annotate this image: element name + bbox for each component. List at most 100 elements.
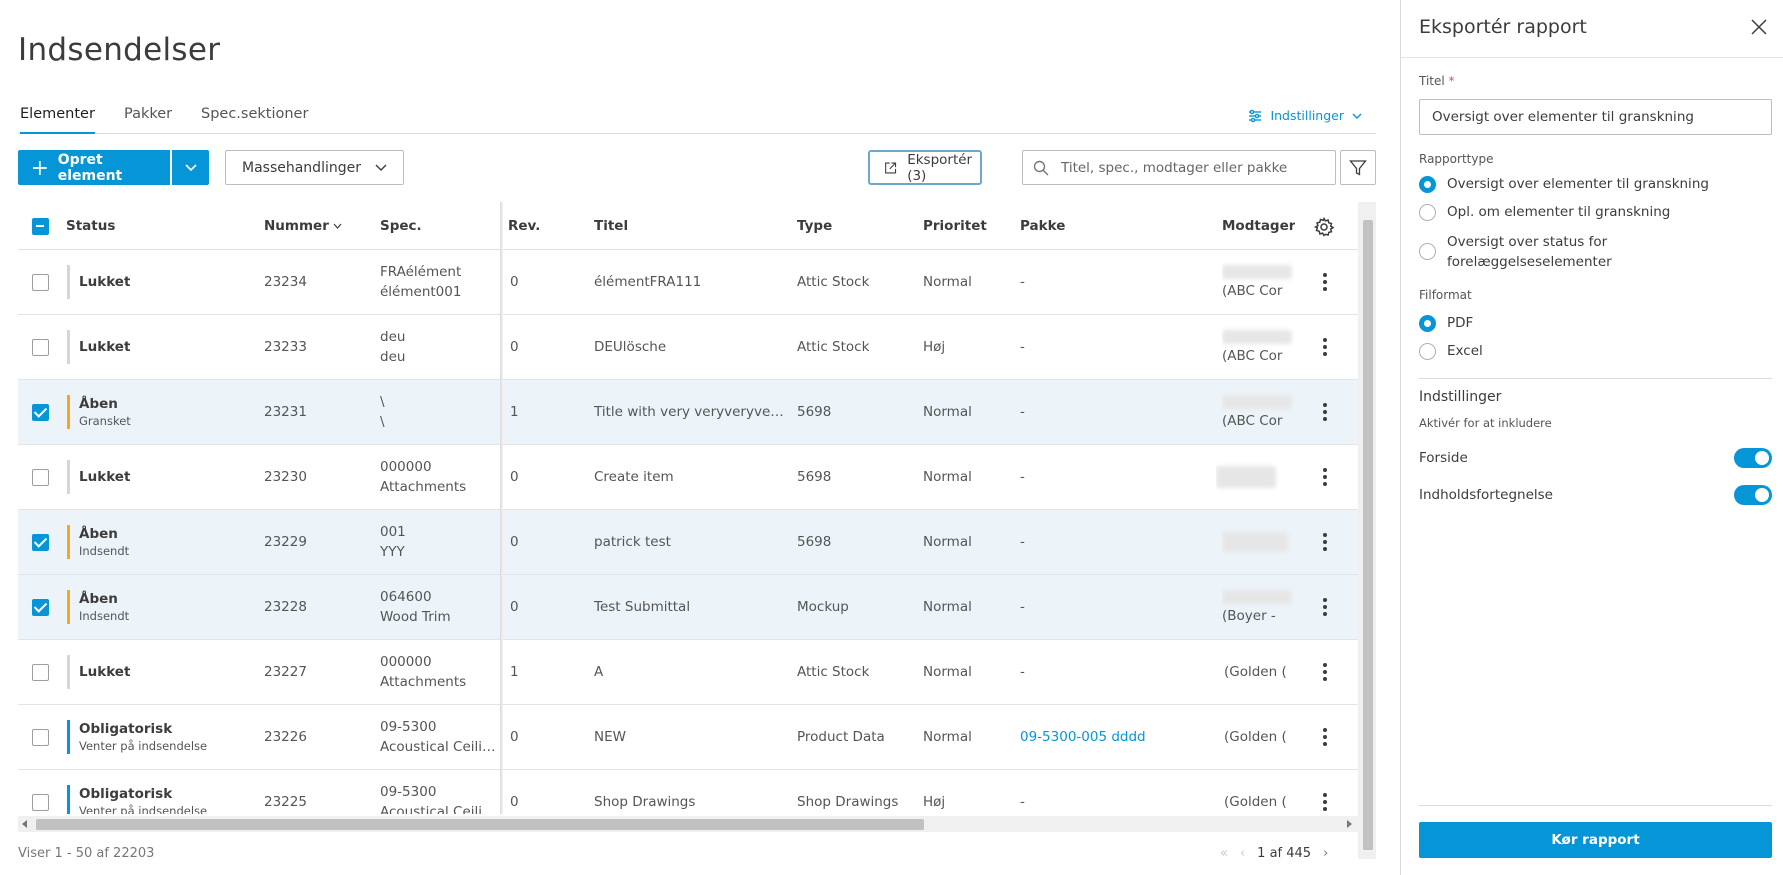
prev-page-icon[interactable]: ‹ — [1240, 846, 1245, 861]
radio-unselected[interactable] — [1419, 204, 1436, 221]
export-label: Eksportér (3) — [907, 151, 973, 184]
settings-dropdown[interactable]: Indstillinger — [1248, 108, 1362, 123]
spec-number: 001 — [380, 524, 406, 540]
row-checkbox[interactable] — [32, 664, 49, 681]
spec-cell: \ \ — [380, 380, 385, 444]
filter-button[interactable] — [1340, 150, 1376, 185]
spec-number: 064600 — [380, 589, 432, 605]
scroll-right-icon[interactable] — [1346, 820, 1352, 828]
vertical-scrollbar-thumb[interactable] — [1363, 220, 1373, 850]
col-recipient[interactable]: Modtager — [1222, 202, 1295, 249]
report-type-option[interactable]: Oversigt over status for forelæggelsesel… — [1419, 232, 1612, 272]
run-report-button[interactable]: Kør rapport — [1419, 822, 1772, 858]
file-format-option[interactable]: PDF — [1419, 313, 1473, 333]
recipient-cell: (ABC Cor — [1222, 380, 1294, 444]
row-menu-icon[interactable] — [1323, 598, 1327, 616]
cover-toggle[interactable] — [1734, 448, 1772, 468]
report-type-option[interactable]: Oversigt over elementer til granskning — [1419, 174, 1709, 194]
table-row[interactable]: Lukket 23233 deu deu 0 DEUlösche Attic S… — [18, 315, 1358, 380]
file-format-option[interactable]: Excel — [1419, 341, 1483, 361]
row-checkbox[interactable] — [32, 794, 49, 811]
table-row[interactable]: Lukket 23230 000000 Attachments 0 Create… — [18, 445, 1358, 510]
horizontal-scrollbar-thumb[interactable] — [36, 819, 924, 830]
close-icon[interactable] — [1750, 18, 1768, 36]
select-all-checkbox[interactable] — [32, 217, 49, 235]
row-checkbox[interactable] — [32, 339, 49, 356]
create-item-menu-button[interactable] — [172, 150, 209, 185]
table-row[interactable]: Obligatorisk Venter på indsendelse 23225… — [18, 770, 1358, 814]
status-indicator — [67, 785, 70, 814]
radio-unselected[interactable] — [1419, 343, 1436, 360]
col-spec[interactable]: Spec. — [380, 202, 422, 249]
col-status[interactable]: Status — [66, 202, 115, 249]
radio-selected[interactable] — [1419, 315, 1436, 332]
row-checkbox[interactable] — [32, 729, 49, 746]
tab-elementer[interactable]: Elementer — [20, 106, 95, 134]
row-checkbox[interactable] — [32, 599, 49, 616]
row-checkbox[interactable] — [32, 469, 49, 486]
table-row[interactable]: Åben Gransket 23231 \ \ 1 Title with ver… — [18, 380, 1358, 445]
row-menu-icon[interactable] — [1323, 468, 1327, 486]
recipient-company: (ABC Cor — [1222, 283, 1283, 299]
radio-unselected[interactable] — [1419, 243, 1436, 260]
status-sublabel: Indsendt — [79, 609, 130, 623]
tab-pakker[interactable]: Pakker — [124, 106, 172, 134]
status-cell: Lukket — [79, 315, 130, 379]
vertical-scrollbar[interactable] — [1358, 202, 1376, 859]
row-menu-icon[interactable] — [1323, 663, 1327, 681]
report-type-option-label: Oversigt over elementer til granskning — [1447, 176, 1709, 192]
recipient-blurred-name — [1216, 466, 1276, 488]
bulk-actions-button[interactable]: Massehandlinger — [225, 150, 404, 185]
row-menu-icon[interactable] — [1323, 403, 1327, 421]
status-cell: Lukket — [79, 445, 130, 509]
type-cell: Attic Stock — [797, 664, 870, 680]
row-menu-icon[interactable] — [1323, 728, 1327, 746]
col-priority[interactable]: Prioritet — [923, 202, 987, 249]
row-menu-icon[interactable] — [1323, 533, 1327, 551]
title-cell: DEUlösche — [594, 339, 667, 355]
package-cell: - — [1020, 339, 1025, 355]
row-checkbox[interactable] — [32, 534, 49, 551]
col-rev[interactable]: Rev. — [508, 202, 540, 249]
row-menu-icon[interactable] — [1323, 273, 1327, 291]
table-row[interactable]: Åben Indsendt 23228 064600 Wood Trim 0 T… — [18, 575, 1358, 640]
create-item-button[interactable]: Opret element — [18, 150, 170, 185]
rev-cell: 0 — [510, 469, 519, 485]
col-type[interactable]: Type — [797, 202, 832, 249]
row-checkbox[interactable] — [32, 274, 49, 291]
radio-selected[interactable] — [1419, 176, 1436, 193]
row-checkbox[interactable] — [32, 404, 49, 421]
table-row[interactable]: Åben Indsendt 23229 001 YYY 0 patrick te… — [18, 510, 1358, 575]
recipient-cell: (Golden ( — [1224, 664, 1287, 680]
toc-toggle[interactable] — [1734, 485, 1772, 505]
status-indicator — [67, 460, 70, 494]
report-type-option[interactable]: Opl. om elementer til granskning — [1419, 202, 1670, 222]
tab-spec-sektioner[interactable]: Spec.sektioner — [201, 106, 308, 134]
row-menu-icon[interactable] — [1323, 793, 1327, 811]
priority-cell: Høj — [923, 339, 946, 355]
export-button[interactable]: Eksportér (3) — [868, 150, 982, 185]
file-format-option-label: Excel — [1447, 343, 1483, 359]
status-cell: Åben Indsendt — [79, 575, 129, 639]
package-link[interactable]: 09-5300-005 dddd — [1020, 705, 1146, 769]
pagination: « ‹ 1 af 445 › — [1220, 846, 1328, 861]
gear-icon[interactable] — [1314, 217, 1334, 237]
next-page-icon[interactable]: › — [1323, 846, 1328, 861]
table-row[interactable]: Lukket 23227 000000 Attachments 1 A Atti… — [18, 640, 1358, 705]
col-number[interactable]: Nummer — [264, 202, 342, 249]
search-input[interactable] — [1061, 159, 1321, 176]
spec-cell: 09-5300 Acoustical Ceili… — [380, 705, 498, 769]
scroll-left-icon[interactable] — [22, 820, 28, 828]
report-title-input[interactable] — [1419, 99, 1772, 135]
spec-name: YYY — [380, 544, 405, 560]
table-row[interactable]: Obligatorisk Venter på indsendelse 23226… — [18, 705, 1358, 770]
priority-cell: Normal — [923, 664, 972, 680]
row-menu-icon[interactable] — [1323, 338, 1327, 356]
spec-cell: FRAélément élément001 — [380, 250, 461, 314]
number-cell: 23230 — [264, 469, 307, 485]
horizontal-scrollbar[interactable] — [18, 816, 1358, 832]
first-page-icon[interactable]: « — [1220, 846, 1228, 861]
table-row[interactable]: Lukket 23234 FRAélément élément001 0 élé… — [18, 250, 1358, 315]
col-package[interactable]: Pakke — [1020, 202, 1065, 249]
col-title[interactable]: Titel — [594, 202, 628, 249]
